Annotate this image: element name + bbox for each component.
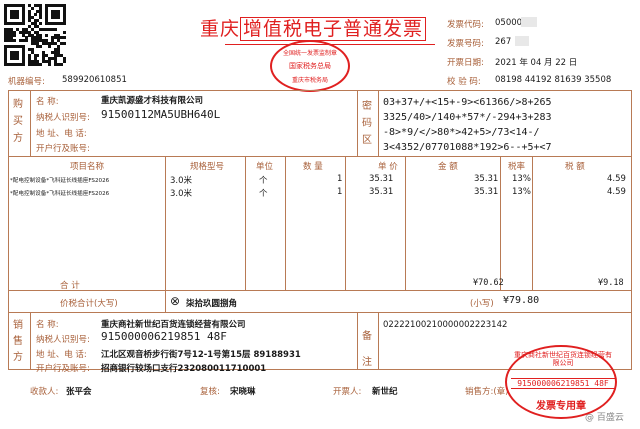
seller-stamp-label: 销售方:(章) — [465, 387, 509, 397]
seller-address: 江北区观音桥步行街7号12-1号第15层 89188931 — [101, 350, 301, 360]
remarks-text: 02222100210000002223142 — [383, 320, 508, 330]
title-boxed: 增值税电子普通发票 — [240, 17, 427, 41]
title-prefix: 重庆 — [200, 18, 241, 40]
header-unit: 单位 — [256, 162, 274, 172]
payee: 张平会 — [66, 387, 92, 397]
reviewer: 宋晓琳 — [230, 387, 256, 397]
invoice-number-label: 发票号码: — [447, 39, 484, 49]
header-unit-price: 单 价 — [378, 162, 398, 172]
invoice-date-label: 开票日期: — [447, 58, 484, 68]
buyer-name: 重庆凯源盛才科技有限公司 — [101, 96, 204, 106]
reviewer-label: 复核: — [200, 387, 220, 397]
total-amount: ¥70.62 — [473, 278, 504, 288]
header-tax-amount: 税 额 — [565, 162, 585, 172]
buyer-name-label: 名 称: — [36, 97, 59, 107]
watermark: @ 百盛云 — [585, 413, 624, 423]
drawer: 新世纪 — [372, 387, 398, 397]
header-quantity: 数 量 — [303, 162, 323, 172]
cipher-text: 03+37+/+<15+-9><61366/>8+265 3325/40>/14… — [383, 97, 552, 153]
buyer-tax-id: 91500112MA5UBH640L — [101, 108, 221, 121]
invoice-title: 重庆 增值税电子普通发票 — [200, 14, 427, 41]
seller-tax-id: 915000006219851 48F — [101, 330, 227, 343]
invoice-date: 2021 年 04 月 22 日 — [495, 58, 578, 68]
seller-tax-id-label: 纳税人识别号: — [36, 335, 90, 345]
buyer-address-label: 地 址、电 话: — [36, 129, 87, 139]
remarks-side-label: 备注 — [362, 331, 372, 368]
machine-no-label: 机器编号: — [8, 77, 45, 87]
header-amount: 金 额 — [438, 162, 458, 172]
header-spec: 规格型号 — [190, 162, 225, 172]
payee-label: 收款人: — [30, 387, 59, 397]
invoice-code: 05000 — [495, 18, 523, 28]
cross-circle-icon: ⊗ — [170, 294, 181, 308]
header-tax-rate: 税率 — [508, 162, 526, 172]
seller-name: 重庆商社新世纪百货连锁经营有限公司 — [101, 320, 246, 330]
machine-no: 589920610851 — [62, 75, 127, 85]
qr-code — [4, 4, 67, 67]
seller-address-label: 地 址、电 话: — [36, 350, 87, 360]
check-code: 08198 44192 81639 35508 — [495, 75, 612, 85]
seller-bank: 招商银行较场口支行232080011710001 — [101, 364, 267, 374]
drawer-label: 开票人: — [333, 387, 362, 397]
tax-bureau-seal: 全国统一发票监制章 国家税务总局 重庆市税务局 — [270, 40, 350, 92]
seller-name-label: 名 称: — [36, 320, 59, 330]
grand-total-small: ¥79.80 — [503, 295, 540, 306]
buyer-tax-id-label: 纳税人识别号: — [36, 113, 90, 123]
check-code-label: 校 验 码: — [447, 77, 481, 87]
cipher-side-label: 密码区 — [362, 101, 372, 146]
header-item-name: 项目名称 — [70, 162, 105, 172]
buyer-side-label: 购买方 — [13, 99, 23, 144]
buyer-bank-label: 开户行及账号: — [36, 144, 90, 154]
seller-side-label: 销售方 — [13, 320, 23, 363]
invoice-code-label: 发票代码: — [447, 20, 484, 30]
grand-total-small-label: (小写) — [470, 299, 494, 309]
invoice-number: 267 — [495, 37, 512, 47]
total-tax: ¥9.18 — [598, 278, 624, 288]
grand-total-words: 柒拾玖圆捌角 — [186, 299, 238, 309]
invoice-special-seal: 重庆商社新世纪百货连锁经营有限公司 915000006219851 48F 发票… — [505, 345, 617, 419]
grand-total-label: 价税合计(大写) — [60, 299, 118, 309]
seller-bank-label: 开户行及账号: — [36, 364, 90, 374]
